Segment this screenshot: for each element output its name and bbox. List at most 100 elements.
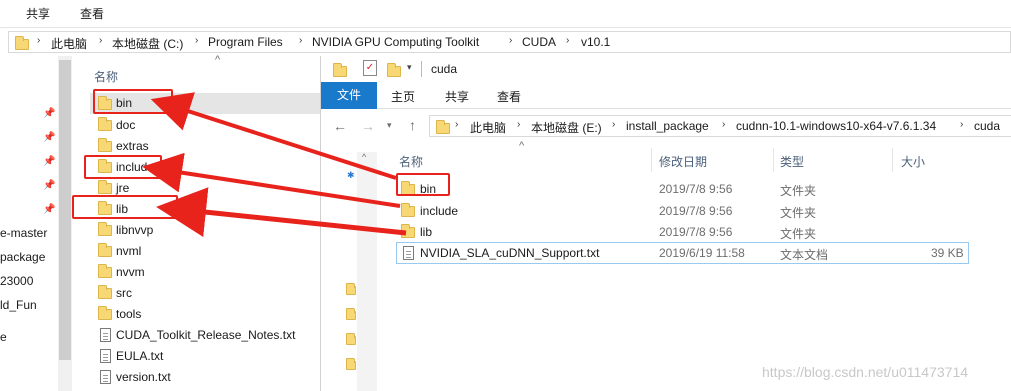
right-nav-strip: ✱	[346, 166, 357, 391]
up-arrow-icon[interactable]: ↑	[409, 117, 416, 133]
folder-icon	[98, 138, 112, 152]
breadcrumb-item[interactable]: 此电脑	[51, 35, 87, 52]
breadcrumb-item[interactable]: NVIDIA GPU Computing Toolkit	[312, 35, 479, 49]
ribbon-tab-home[interactable]: 主页	[391, 88, 415, 105]
item-name: libnvvp	[116, 223, 154, 237]
ribbon-tab-share[interactable]: 共享	[26, 5, 50, 22]
breadcrumb-item[interactable]: 本地磁盘 (E:)	[531, 119, 602, 136]
forward-arrow-icon[interactable]: →	[361, 118, 375, 134]
quick-access-dropdown-icon[interactable]: ▾	[407, 62, 412, 73]
folder-icon	[15, 36, 29, 50]
folder-icon	[333, 63, 347, 77]
title-bar: ✓ ▾ cuda	[321, 56, 1011, 82]
folder-icon	[98, 243, 112, 257]
ribbon-tab-file[interactable]: 文件	[321, 82, 377, 109]
folder-icon	[346, 308, 356, 320]
watermark: https://blog.csdn.net/u011473714	[762, 364, 969, 380]
right-address-bar[interactable]: › 此电脑 › 本地磁盘 (E:) › install_package › cu…	[429, 115, 1011, 137]
item-name: include	[420, 204, 459, 218]
breadcrumb-item[interactable]: 此电脑	[470, 119, 506, 136]
chevron-right-icon: ›	[517, 119, 521, 130]
column-header-date[interactable]: 修改日期	[659, 153, 707, 170]
top-ribbon: 共享 查看	[0, 0, 1011, 28]
breadcrumb-item[interactable]: cudnn-10.1-windows10-x64-v7.6.1.34	[736, 119, 936, 133]
item-name: CUDA_Toolkit_Release_Notes.txt	[116, 328, 296, 342]
breadcrumb-item[interactable]: CUDA	[522, 35, 556, 49]
nav-item[interactable]: 23000	[0, 274, 33, 288]
annotation-box-bin-left	[93, 89, 173, 114]
window-title: cuda	[431, 62, 458, 76]
item-name: src	[116, 286, 132, 300]
right-nav-scrollbar[interactable]	[357, 152, 377, 391]
chevron-right-icon: ›	[960, 119, 964, 130]
nav-item[interactable]: ld_Fun	[0, 298, 37, 312]
recent-dropdown-icon[interactable]: ▾	[387, 120, 392, 131]
nav-item[interactable]: e-master	[0, 226, 47, 240]
folder-icon	[98, 285, 112, 299]
scroll-up-icon[interactable]: ^	[362, 152, 366, 162]
column-header-type[interactable]: 类型	[780, 153, 804, 170]
column-divider	[651, 148, 652, 172]
annotation-box-include-left	[84, 155, 162, 179]
column-header-size[interactable]: 大小	[901, 153, 925, 170]
column-divider	[773, 148, 774, 172]
text-file-icon	[403, 246, 414, 260]
breadcrumb-item[interactable]: v10.1	[581, 35, 610, 49]
right-window: ✓ ▾ cuda 文件 主页 共享 查看 ← → ▾ ↑ › 此电脑 › 本地磁…	[320, 56, 1011, 391]
properties-icon[interactable]: ✓	[363, 60, 377, 76]
breadcrumb-item[interactable]: install_package	[626, 119, 709, 133]
pin-icon[interactable]: ✱	[347, 170, 355, 181]
item-name: EULA.txt	[116, 349, 164, 363]
item-name: extras	[116, 139, 149, 153]
item-date: 2019/7/8 9:56	[659, 182, 733, 196]
folder-icon	[98, 180, 112, 194]
item-type: 文件夹	[780, 227, 817, 241]
item-date: 2019/7/8 9:56	[659, 204, 733, 218]
new-folder-icon[interactable]	[387, 63, 401, 77]
nav-scrollbar-thumb[interactable]	[59, 60, 71, 360]
item-name: tools	[116, 307, 142, 321]
chevron-right-icon: ›	[722, 119, 726, 130]
item-name: version.txt	[116, 370, 171, 384]
ribbon-tab-share[interactable]: 共享	[445, 88, 469, 105]
item-name: jre	[116, 181, 130, 195]
item-type: 文件夹	[780, 184, 817, 198]
item-name: nvml	[116, 244, 142, 258]
breadcrumb-item[interactable]: Program Files	[208, 35, 283, 49]
breadcrumb-item[interactable]: cuda	[974, 119, 1000, 133]
nav-item[interactable]: package	[0, 250, 45, 264]
chevron-right-icon: ›	[299, 35, 303, 46]
annotation-box-bin-right	[396, 173, 450, 196]
pin-icon[interactable]: 📌	[43, 204, 55, 215]
chevron-right-icon: ›	[455, 119, 459, 130]
breadcrumb-item[interactable]: 本地磁盘 (C:)	[112, 35, 183, 52]
pin-icon[interactable]: 📌	[43, 180, 55, 191]
chevron-right-icon: ›	[37, 35, 41, 46]
item-date: 2019/6/19 11:58	[659, 246, 745, 260]
chevron-right-icon: ›	[99, 35, 103, 46]
title-divider	[421, 61, 422, 77]
folder-icon	[98, 264, 112, 278]
item-name: doc	[116, 118, 136, 132]
folder-icon	[346, 358, 356, 370]
column-header-name[interactable]: 名称	[94, 68, 118, 85]
item-type: 文本文档	[780, 248, 829, 262]
pin-icon[interactable]: 📌	[43, 108, 55, 119]
pin-icon[interactable]: 📌	[43, 156, 55, 167]
column-divider	[892, 148, 893, 172]
nav-item[interactable]: e	[0, 330, 7, 344]
pin-icon[interactable]: 📌	[43, 132, 55, 143]
ribbon-tab-view[interactable]: 查看	[80, 5, 104, 22]
back-arrow-icon[interactable]: ←	[333, 118, 347, 134]
table-row-focused[interactable]: NVIDIA_SLA_cuDNN_Support.txt 2019/6/19 1…	[396, 242, 969, 264]
annotation-box-lib-left	[72, 195, 178, 219]
folder-icon	[98, 117, 112, 131]
folder-icon	[436, 120, 450, 134]
ribbon-tab-view[interactable]: 查看	[497, 88, 521, 105]
folder-icon	[346, 283, 356, 295]
chevron-right-icon: ›	[566, 35, 570, 46]
column-header-name[interactable]: 名称	[399, 153, 423, 170]
nav-pane: 📌 📌 📌 📌 📌 e-master package 23000 ld_Fun …	[0, 56, 72, 391]
left-address-bar[interactable]: › 此电脑 › 本地磁盘 (C:) › Program Files › NVID…	[8, 31, 1011, 53]
sort-up-icon: ^	[215, 54, 221, 66]
